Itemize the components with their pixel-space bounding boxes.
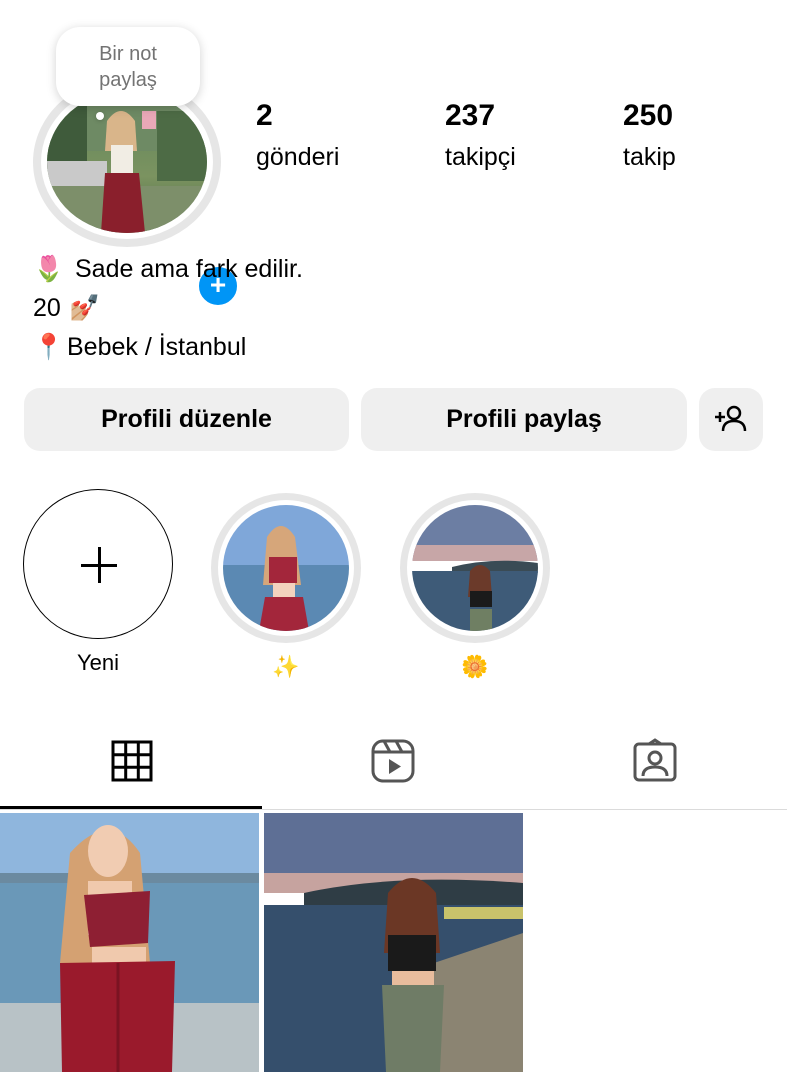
bio-line-2: 20 💅🏼 xyxy=(33,289,303,328)
highlight-cover-2 xyxy=(400,493,550,643)
stat-following-count: 250 xyxy=(623,99,674,132)
profile-bio: 🌷 Sade ama fark edilir. 20 💅🏼 📍 Bebek / … xyxy=(33,250,303,367)
highlight-label-new: Yeni xyxy=(76,650,119,675)
new-highlight-plus-icon xyxy=(23,489,173,639)
profile-page: + Bir not paylaş 2 gönderi 237 takipçi 2… xyxy=(0,0,787,1080)
post-thumbnail-2[interactable] xyxy=(264,813,523,1072)
tagged-icon xyxy=(633,738,677,782)
tab-posts[interactable] xyxy=(0,718,262,809)
stat-posts[interactable]: 2 gönderi xyxy=(256,97,339,175)
stat-following[interactable]: 250 takip xyxy=(623,97,676,175)
profile-tabs xyxy=(0,718,787,810)
stat-following-label: takip xyxy=(623,143,676,171)
pin-emoji: 📍 xyxy=(33,333,65,361)
post-thumbnail-1[interactable] xyxy=(0,813,259,1072)
note-bubble[interactable]: Bir not paylaş xyxy=(56,27,200,106)
avatar-photo xyxy=(47,91,207,233)
note-bubble-tail xyxy=(96,112,104,120)
highlight-label-sparkles: ✨ xyxy=(272,654,300,679)
note-text: Bir not paylaş xyxy=(99,43,157,91)
highlight-cover-1 xyxy=(211,493,361,643)
grid-icon xyxy=(111,740,153,782)
share-profile-button[interactable]: Profili paylaş xyxy=(361,388,687,451)
discover-people-button[interactable] xyxy=(699,388,763,451)
edit-profile-button[interactable]: Profili düzenle xyxy=(24,388,349,451)
stat-posts-label: gönderi xyxy=(256,143,340,171)
bio-text-3: Bebek / İstanbul xyxy=(67,333,247,361)
stat-followers-label: takipçi xyxy=(445,143,516,171)
highlight-sparkles[interactable]: ✨ xyxy=(211,493,361,681)
add-person-icon xyxy=(715,405,747,432)
highlight-label-daisy: 🌼 xyxy=(461,654,489,679)
nail-polish-emoji: 💅🏼 xyxy=(69,294,101,322)
tab-reels[interactable] xyxy=(262,718,524,809)
tab-tagged[interactable] xyxy=(524,718,786,809)
bio-line-3: 📍 Bebek / İstanbul xyxy=(33,328,303,367)
bio-line-1: 🌷 Sade ama fark edilir. xyxy=(33,250,303,289)
highlight-daisy[interactable]: 🌼 xyxy=(400,493,550,681)
stat-followers[interactable]: 237 takipçi xyxy=(445,97,516,175)
highlight-new[interactable]: Yeni xyxy=(23,489,173,677)
stat-followers-count: 237 xyxy=(445,99,496,132)
stat-posts-count: 2 xyxy=(256,99,273,132)
bio-text-2: 20 xyxy=(33,294,61,322)
reels-icon xyxy=(371,739,415,783)
bio-text-1: Sade ama fark edilir. xyxy=(75,255,303,283)
tulip-emoji: 🌷 xyxy=(33,255,65,283)
